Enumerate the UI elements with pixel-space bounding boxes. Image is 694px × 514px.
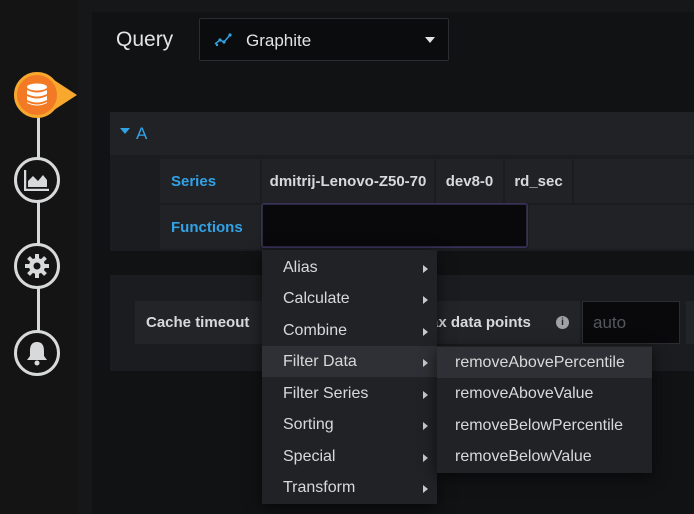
chevron-right-icon <box>423 454 428 462</box>
menu-item-combine[interactable]: Combine <box>262 315 437 346</box>
step-alert-button[interactable] <box>14 330 60 376</box>
series-segment[interactable]: dmitrij-Lenovo-Z50-70 <box>262 159 434 203</box>
datasource-picker[interactable] <box>199 18 449 61</box>
series-segment[interactable]: rd_sec <box>505 159 572 203</box>
function-remove-below-value[interactable]: removeBelowValue <box>437 441 652 472</box>
steps-connector-line <box>37 96 40 354</box>
function-remove-above-value[interactable]: removeAboveValue <box>437 378 652 409</box>
functions-label: Functions <box>160 205 260 249</box>
chevron-right-icon <box>423 485 428 493</box>
menu-item-alias[interactable]: Alias <box>262 252 437 283</box>
chevron-right-icon <box>423 422 428 430</box>
function-category-menu: Alias Calculate Combine Filter Data Filt… <box>262 250 437 504</box>
gear-icon <box>25 254 49 278</box>
menu-item-sorting[interactable]: Sorting <box>262 409 437 440</box>
step-general-button[interactable] <box>14 243 60 289</box>
step-queries-button[interactable] <box>14 72 60 118</box>
chevron-down-icon <box>425 37 435 43</box>
chevron-right-icon <box>423 296 428 304</box>
function-remove-above-percentile[interactable]: removeAbovePercentile <box>437 347 652 378</box>
bell-icon <box>27 342 47 366</box>
chevron-right-icon <box>423 265 428 273</box>
info-icon[interactable]: i <box>556 316 569 329</box>
functions-filler <box>529 205 694 249</box>
filter-data-submenu: removeAbovePercentile removeAboveValue r… <box>437 346 652 473</box>
menu-item-special[interactable]: Special <box>262 441 437 472</box>
menu-item-calculate[interactable]: Calculate <box>262 283 437 314</box>
menu-item-transform[interactable]: Transform <box>262 472 437 503</box>
max-data-points-text: ax data points <box>430 314 531 331</box>
area-chart-icon <box>24 170 49 191</box>
query-label: Query <box>116 28 174 51</box>
chevron-right-icon <box>423 328 428 336</box>
function-remove-below-percentile[interactable]: removeBelowPercentile <box>437 410 652 441</box>
graphite-icon <box>214 33 232 47</box>
menu-item-filter-data[interactable]: Filter Data <box>262 346 437 377</box>
series-label: Series <box>160 159 260 203</box>
series-segment[interactable]: dev8-0 <box>436 159 503 203</box>
menu-item-filter-series[interactable]: Filter Series <box>262 378 437 409</box>
query-ref-id[interactable]: A <box>136 124 147 144</box>
database-icon <box>27 83 47 106</box>
query-row-header[interactable] <box>110 112 694 155</box>
chevron-right-icon <box>423 359 428 367</box>
cache-timeout-label: Cache timeout <box>135 301 265 344</box>
options-edge-box <box>686 301 694 344</box>
functions-input[interactable] <box>262 204 527 247</box>
collapse-caret-icon[interactable] <box>120 128 130 134</box>
datasource-name: Graphite <box>246 31 312 50</box>
step-visualization-button[interactable] <box>14 157 60 203</box>
add-series-segment[interactable] <box>574 159 694 203</box>
max-data-points-input[interactable]: auto <box>582 301 680 344</box>
chevron-right-icon <box>423 391 428 399</box>
